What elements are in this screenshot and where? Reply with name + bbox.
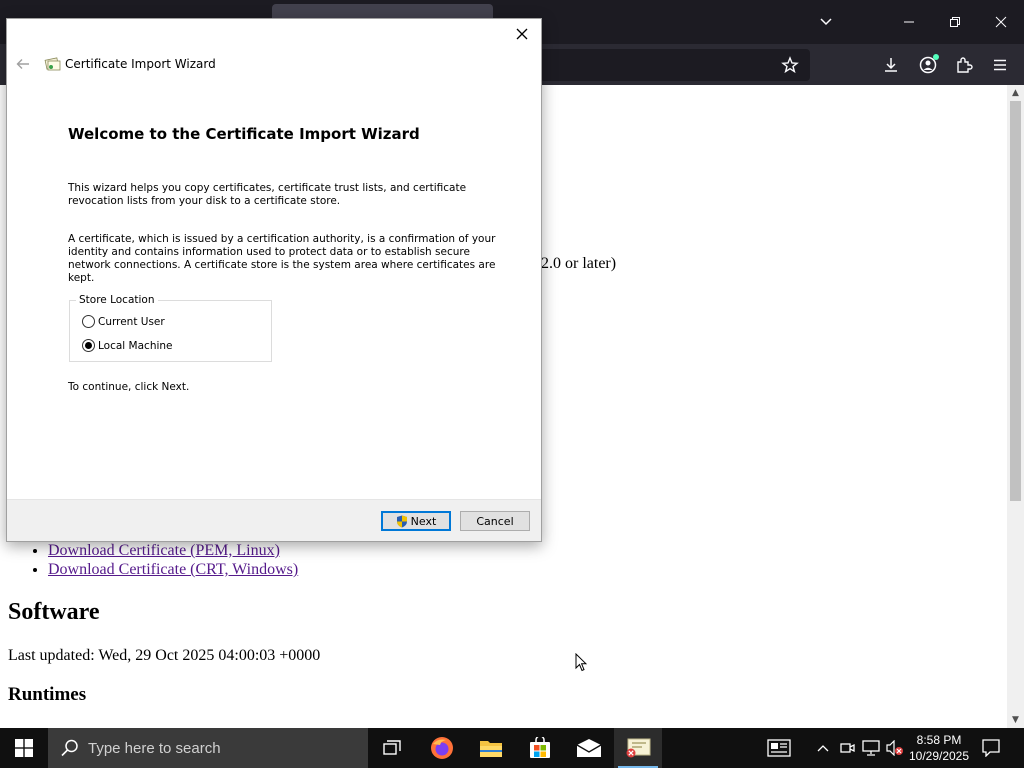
meet-now-icon[interactable] [837, 738, 857, 758]
mouse-cursor-icon [575, 653, 587, 672]
cancel-button[interactable]: Cancel [460, 511, 530, 531]
file-explorer-icon[interactable] [467, 728, 515, 768]
list-item: Download Certificate (PEM, Linux) [48, 541, 298, 560]
store-icon[interactable] [516, 728, 564, 768]
software-heading: Software [8, 599, 100, 625]
wizard-description: This wizard helps you copy certificates,… [68, 182, 467, 207]
radio-button-selected[interactable] [82, 339, 95, 352]
certificate-icon [44, 57, 61, 71]
next-button-label: Next [410, 514, 437, 528]
search-placeholder: Type here to search [88, 739, 221, 757]
last-updated-text: Last updated: Wed, 29 Oct 2025 04:00:03 … [8, 647, 321, 664]
chevron-up-icon[interactable] [813, 738, 833, 758]
scroll-up-icon[interactable]: ▲ [1007, 86, 1024, 100]
download-list: Download Certificate (PEM, Linux) Downlo… [48, 541, 298, 579]
download-icon[interactable] [878, 52, 904, 78]
extensions-icon[interactable] [951, 52, 977, 78]
radio-label: Local Machine [98, 339, 173, 352]
uac-shield-icon [396, 515, 407, 527]
store-location-group: Store Location Current User Local Machin… [69, 294, 272, 362]
continue-instruction: To continue, click Next. [68, 381, 190, 393]
dialog-title: Certificate Import Wizard [65, 57, 216, 71]
download-pem-link[interactable]: Download Certificate (PEM, Linux) [48, 542, 280, 559]
page-text-fragment: 2.0 or later) [541, 255, 617, 272]
close-icon[interactable] [978, 0, 1024, 44]
search-icon [61, 739, 78, 757]
chevron-down-icon[interactable] [812, 8, 840, 36]
cancel-button-label: Cancel [476, 514, 514, 528]
notification-center-icon[interactable] [981, 738, 1001, 758]
network-icon[interactable] [861, 738, 881, 758]
runtimes-heading: Runtimes [8, 684, 87, 705]
windows-taskbar: Type here to search 8:58 PM 10/29/2025 [0, 728, 1024, 768]
clock-time: 8:58 PM [916, 733, 962, 747]
restore-icon[interactable] [932, 0, 978, 44]
certificate-explanation: A certificate, which is issued by a cert… [68, 233, 496, 284]
windows-start-icon[interactable] [0, 728, 48, 768]
url-bar[interactable] [540, 49, 810, 81]
clock-date: 10/29/2025 [908, 749, 970, 763]
page-scrollbar[interactable]: ▲ ▼ [1007, 85, 1024, 728]
account-icon[interactable] [915, 52, 941, 78]
mail-icon[interactable] [565, 728, 613, 768]
radio-current-user[interactable]: Current User [82, 315, 165, 328]
wizard-heading: Welcome to the Certificate Import Wizard [68, 125, 420, 143]
scroll-thumb[interactable] [1010, 101, 1021, 501]
list-item: Download Certificate (CRT, Windows) [48, 560, 298, 579]
bookmark-star-icon[interactable] [777, 52, 803, 78]
back-arrow-icon[interactable] [13, 54, 33, 74]
certificate-manager-icon[interactable] [614, 728, 662, 768]
download-crt-link[interactable]: Download Certificate (CRT, Windows) [48, 561, 298, 578]
news-widget-icon[interactable] [766, 738, 792, 758]
scroll-down-icon[interactable]: ▼ [1007, 713, 1024, 727]
menu-icon[interactable] [987, 52, 1013, 78]
taskbar-search-box[interactable]: Type here to search [48, 728, 368, 768]
volume-muted-icon[interactable] [885, 738, 905, 758]
notification-dot [933, 54, 939, 60]
minimize-icon[interactable] [886, 0, 932, 44]
radio-local-machine[interactable]: Local Machine [82, 339, 173, 352]
radio-label: Current User [98, 315, 165, 328]
radio-button[interactable] [82, 315, 95, 328]
next-button[interactable]: Next [381, 511, 451, 531]
close-icon[interactable] [511, 23, 533, 45]
dialog-footer: Next Cancel [7, 499, 541, 541]
system-clock[interactable]: 8:58 PM 10/29/2025 [906, 732, 972, 764]
firefox-icon[interactable] [418, 728, 466, 768]
store-location-label: Store Location [76, 294, 158, 306]
task-view-icon[interactable] [368, 728, 416, 768]
certificate-import-wizard-dialog: Certificate Import Wizard Welcome to the… [6, 18, 542, 542]
